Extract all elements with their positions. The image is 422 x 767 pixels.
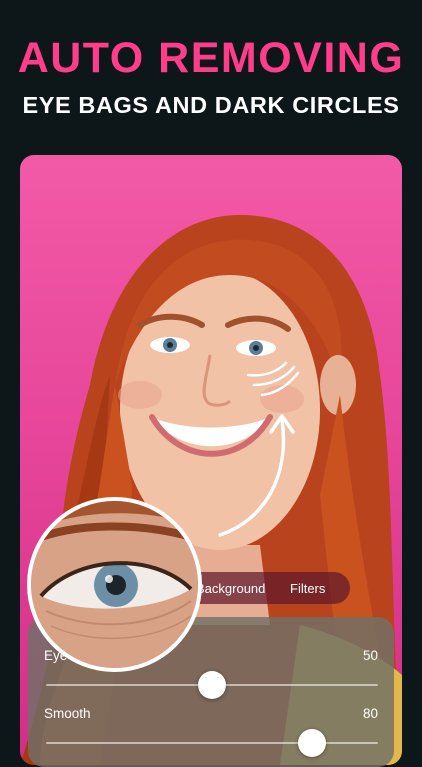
- eye-bags-value: 50: [362, 648, 378, 663]
- subheadline: EYE BAGS AND DARK CIRCLES: [22, 92, 400, 118]
- eye-closeup-image: [31, 501, 198, 668]
- tab-background[interactable]: Background: [196, 581, 265, 596]
- smooth-slider-track[interactable]: [46, 742, 378, 744]
- eye-zoom-magnifier: [27, 497, 202, 672]
- tab-filters[interactable]: Filters: [290, 581, 325, 596]
- smooth-value: 80: [362, 706, 378, 721]
- smooth-label: Smooth: [44, 706, 91, 721]
- smooth-slider-thumb[interactable]: [297, 729, 326, 757]
- eye-bags-slider-thumb[interactable]: [198, 671, 226, 699]
- headline: AUTO REMOVING: [17, 34, 405, 82]
